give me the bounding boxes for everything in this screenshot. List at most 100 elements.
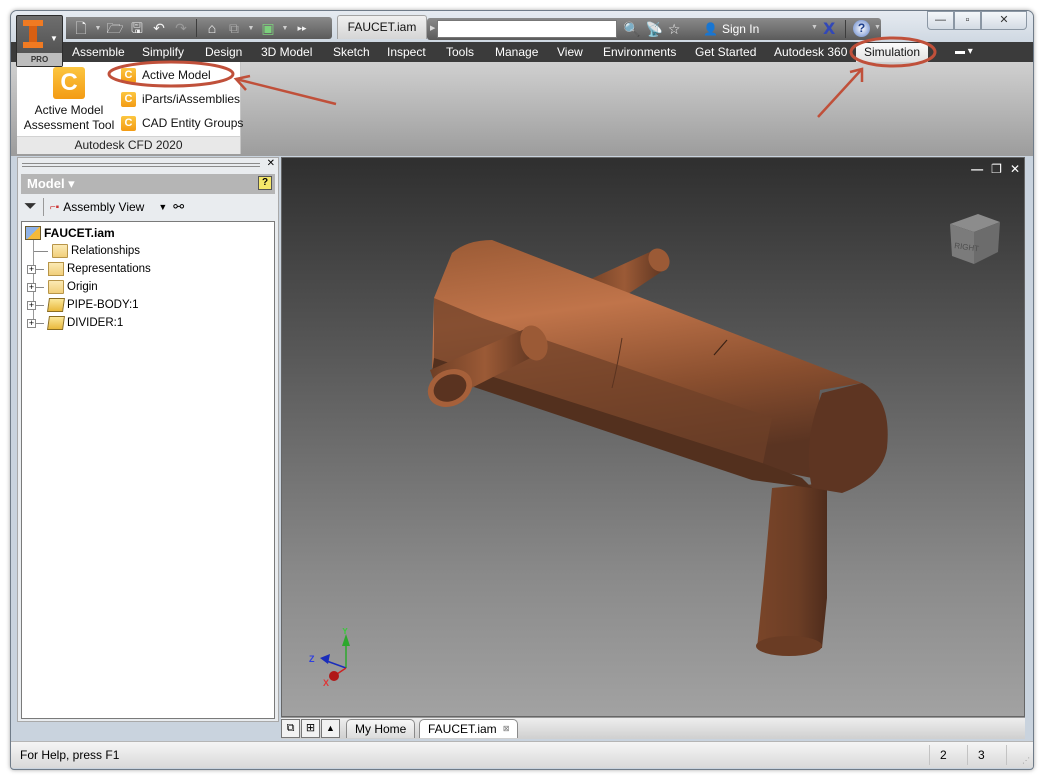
model-browser: ✕ Model ▾ ? ⏷ ⌐▪ Assembly View ▼ ⚯ FAUCE… bbox=[17, 157, 279, 722]
separator bbox=[42, 198, 44, 216]
minimize-button[interactable]: — bbox=[927, 11, 954, 30]
inventor-logo-icon bbox=[23, 20, 43, 48]
save-icon[interactable]: 🖫 bbox=[128, 20, 146, 36]
tree-branch bbox=[36, 268, 44, 270]
tab-faucet-iam[interactable]: FAUCET.iam ⊠ bbox=[419, 719, 519, 738]
sign-in-dropdown-icon[interactable]: ▼ bbox=[811, 24, 818, 31]
tree-item-label: FAUCET.iam bbox=[44, 226, 115, 240]
expand-icon[interactable]: + bbox=[27, 300, 36, 310]
update-dropdown-icon[interactable]: ▼ bbox=[247, 25, 255, 32]
pane-grip[interactable] bbox=[22, 163, 260, 167]
sign-in-button[interactable]: 👤 Sign In bbox=[703, 19, 759, 39]
browser-title-dropdown[interactable]: Model ▾ bbox=[27, 176, 75, 192]
tab-autodesk-360[interactable]: Autodesk 360 bbox=[774, 42, 847, 62]
button-label: CAD Entity Groups bbox=[142, 116, 244, 130]
application-window: 🗋 ▼ 🗁 🖫 ↶ ↷ ⌂ ⧉ ▼ ▣ ▼ ▸▸ FAUCET.iam ▶ 🔍 … bbox=[10, 10, 1034, 770]
assembly-view-button[interactable]: ⌐▪ Assembly View bbox=[50, 200, 145, 214]
status-count-2: 3 bbox=[967, 745, 985, 765]
tree-item-pipe-body[interactable]: + PIPE-BODY:1 bbox=[25, 296, 274, 314]
tree-branch bbox=[34, 250, 48, 252]
cascade-windows-icon[interactable]: ⧉ bbox=[281, 719, 300, 738]
home-icon[interactable]: ⌂ bbox=[203, 20, 221, 36]
update-icon[interactable]: ⧉ bbox=[225, 20, 243, 36]
active-model-button[interactable]: C Active Model bbox=[121, 65, 211, 85]
tab-tools[interactable]: Tools bbox=[446, 42, 474, 62]
new-icon[interactable]: 🗋 bbox=[72, 20, 90, 36]
tab-view[interactable]: View bbox=[557, 42, 583, 62]
tab-simplify[interactable]: Simplify bbox=[142, 42, 184, 62]
assembly-view-icon: ⌐▪ bbox=[49, 201, 60, 213]
tree-item-origin[interactable]: + Origin bbox=[25, 278, 274, 296]
tab-sketch[interactable]: Sketch bbox=[333, 42, 370, 62]
autodesk-cfd-panel: C Active Model Assessment Tool C Active … bbox=[17, 62, 243, 154]
help-icon[interactable]: ? bbox=[853, 20, 870, 37]
document-title: FAUCET.iam bbox=[337, 15, 427, 39]
tab-inspect[interactable]: Inspect bbox=[387, 42, 426, 62]
tab-simulation[interactable]: Simulation bbox=[856, 43, 929, 62]
close-button[interactable]: ✕ bbox=[981, 11, 1027, 30]
filter-icon[interactable]: ⏷ bbox=[24, 198, 37, 216]
undo-icon[interactable]: ↶ bbox=[150, 20, 168, 36]
maximize-button[interactable]: ▫ bbox=[954, 11, 981, 30]
select-icon[interactable]: ▣ bbox=[259, 20, 277, 36]
resize-grip-icon[interactable]: ⋰ bbox=[1022, 756, 1030, 765]
status-help-text: For Help, press F1 bbox=[20, 748, 120, 762]
active-model-assessment-tool-button[interactable]: C Active Model Assessment Tool bbox=[21, 67, 117, 137]
tile-windows-icon[interactable]: ⊞ bbox=[301, 719, 320, 738]
select-dropdown-icon[interactable]: ▼ bbox=[281, 25, 289, 32]
z-axis-label: Z bbox=[309, 654, 315, 664]
close-tab-icon[interactable]: ⊠ bbox=[503, 724, 510, 733]
assembly-view-label: Assembly View bbox=[63, 200, 145, 214]
representations-icon bbox=[48, 262, 64, 276]
tab-get-started[interactable]: Get Started bbox=[695, 42, 756, 62]
new-dropdown-icon[interactable]: ▼ bbox=[94, 25, 102, 32]
cfd-icon: C bbox=[121, 67, 136, 83]
expand-icon[interactable]: + bbox=[27, 282, 36, 292]
button-label: Active Model Assessment Tool bbox=[21, 103, 117, 133]
spout-pipe bbox=[756, 483, 827, 656]
faucet-3d-model[interactable] bbox=[282, 158, 1025, 717]
favorites-star-icon[interactable]: ☆ bbox=[668, 21, 681, 38]
quick-access-toolbar: 🗋 ▼ 🗁 🖫 ↶ ↷ ⌂ ⧉ ▼ ▣ ▼ ▸▸ bbox=[66, 17, 332, 39]
redo-icon[interactable]: ↷ bbox=[172, 20, 190, 36]
search-input[interactable] bbox=[437, 20, 617, 38]
binoculars-icon[interactable]: ⚯ bbox=[173, 199, 184, 215]
status-bar: For Help, press F1 2 3 ⋰ bbox=[11, 741, 1033, 768]
browser-title: Model bbox=[27, 176, 65, 191]
tree-item-faucet-iam[interactable]: FAUCET.iam bbox=[25, 224, 274, 242]
tab-assemble[interactable]: Assemble bbox=[72, 42, 125, 62]
search-icon[interactable]: 🔍 bbox=[623, 21, 640, 38]
help-icon[interactable]: ? bbox=[258, 176, 272, 190]
assembly-icon bbox=[25, 226, 41, 240]
tab-3d-model[interactable]: 3D Model bbox=[261, 42, 312, 62]
exchange-apps-icon[interactable]: X bbox=[823, 19, 835, 38]
graphics-viewport[interactable]: — ❐ ✕ RIGHT Y Z X bbox=[281, 157, 1025, 717]
subscription-icon[interactable]: 📡 bbox=[645, 21, 662, 38]
user-icon: 👤 bbox=[703, 22, 718, 36]
tree-item-label: Representations bbox=[67, 263, 151, 275]
cad-entity-groups-button[interactable]: C CAD Entity Groups bbox=[121, 113, 243, 133]
more-icon[interactable]: ▸▸ bbox=[293, 20, 311, 36]
expand-icon[interactable]: + bbox=[27, 264, 36, 274]
cfd-icon: C bbox=[121, 91, 136, 107]
application-menu-button[interactable]: ▼ PRO bbox=[16, 15, 63, 67]
open-documents-menu-icon[interactable]: ▲ bbox=[321, 719, 340, 738]
tab-design[interactable]: Design bbox=[205, 42, 242, 62]
tree-item-relationships[interactable]: Relationships bbox=[25, 242, 274, 260]
tab-my-home[interactable]: My Home bbox=[346, 719, 416, 738]
view-dropdown-icon[interactable]: ▼ bbox=[158, 202, 167, 212]
tab-manage[interactable]: Manage bbox=[495, 42, 538, 62]
iparts-iassemblies-button[interactable]: C iParts/iAssemblies bbox=[121, 89, 240, 109]
help-dropdown-icon[interactable]: ▼ bbox=[874, 24, 881, 31]
expand-search-icon[interactable]: ▶ bbox=[430, 24, 435, 32]
document-tab-bar: ⧉ ⊞ ▲ My Home FAUCET.iam ⊠ bbox=[281, 717, 1025, 739]
window-controls: — ▫ ✕ bbox=[927, 11, 1027, 30]
tree-item-divider[interactable]: + DIVIDER:1 bbox=[25, 314, 274, 332]
open-icon[interactable]: 🗁 bbox=[106, 20, 124, 36]
tree-item-representations[interactable]: + Representations bbox=[25, 260, 274, 278]
tab-environments[interactable]: Environments bbox=[603, 42, 676, 62]
ribbon-display-options-icon[interactable]: ▬ ▾ bbox=[955, 46, 973, 57]
expand-icon[interactable]: + bbox=[27, 318, 36, 328]
viewcube[interactable]: RIGHT bbox=[944, 206, 1004, 266]
close-pane-icon[interactable]: ✕ bbox=[267, 158, 275, 169]
